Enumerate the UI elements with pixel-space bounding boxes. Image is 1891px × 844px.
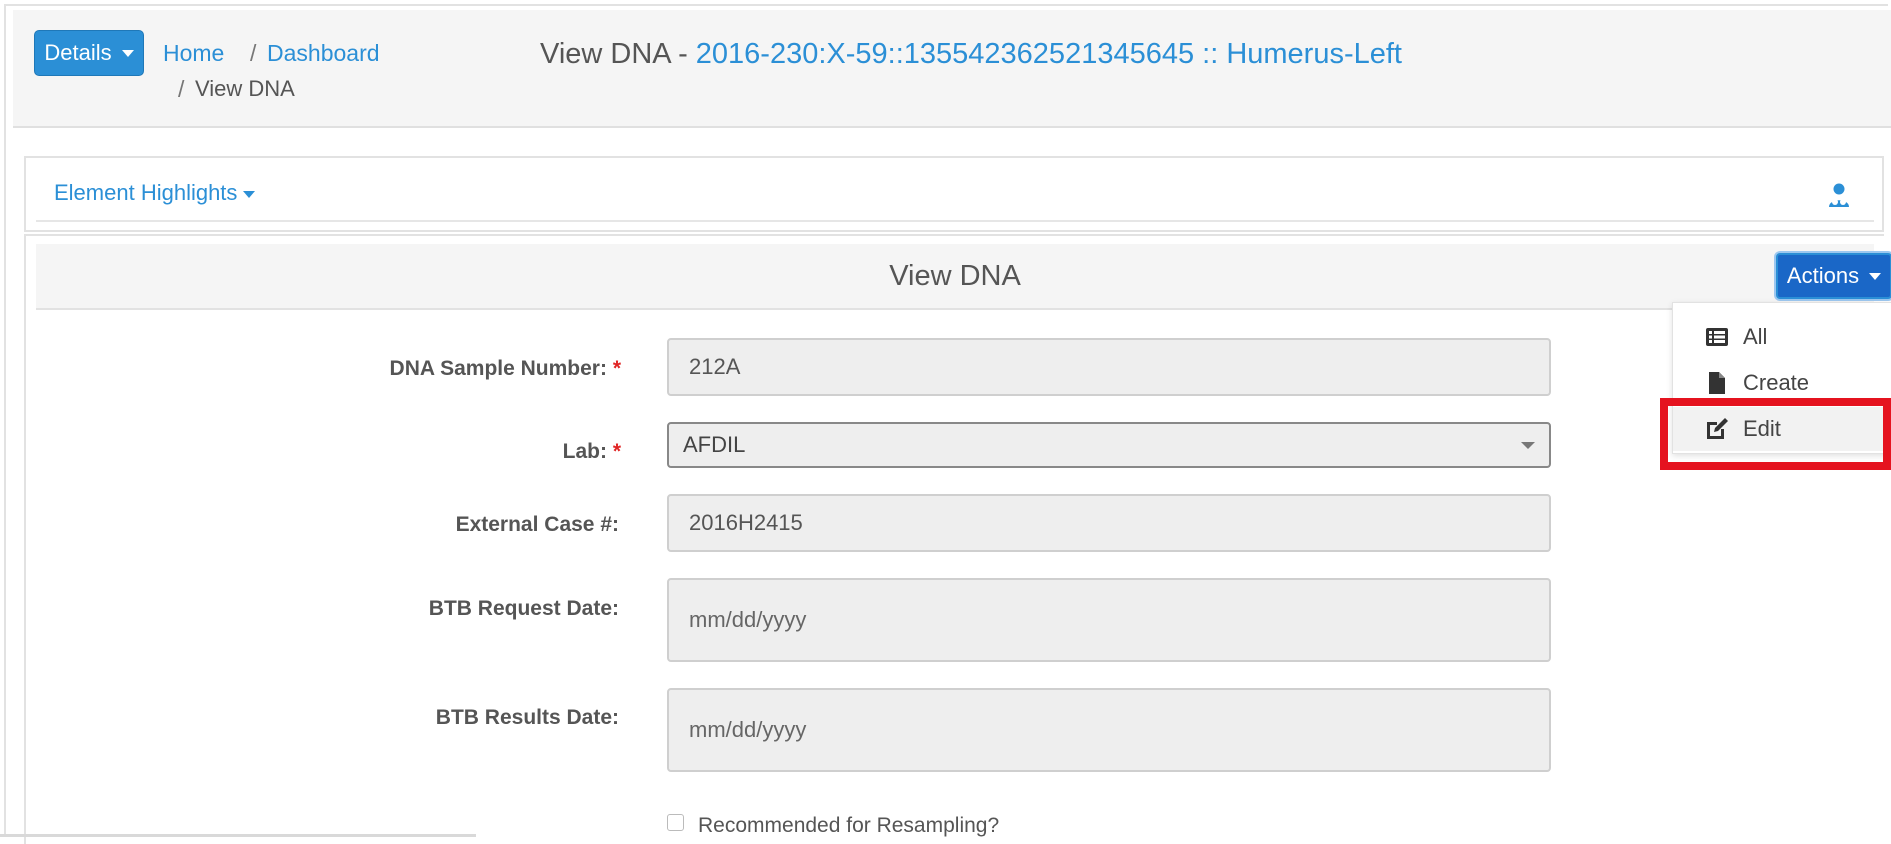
actions-dropdown-menu: All Create Edit <box>1672 302 1891 454</box>
lab-selected-value: AFDIL <box>683 432 746 457</box>
panel-title: View DNA <box>889 260 1021 292</box>
date-placeholder: mm/dd/yyyy <box>689 717 807 742</box>
menu-item-edit[interactable]: Edit <box>1673 407 1891 451</box>
btb-results-date-field[interactable]: mm/dd/yyyy <box>667 688 1551 772</box>
breadcrumb-current: View DNA <box>195 76 295 101</box>
menu-item-create[interactable]: Create <box>1673 361 1891 405</box>
page-header: Details Home / Dashboard / View DNA View… <box>13 10 1891 128</box>
caret-down-icon <box>121 49 134 57</box>
element-highlights-bar: Element Highlights <box>36 168 1874 222</box>
menu-item-label: All <box>1743 324 1768 349</box>
menu-item-label: Create <box>1743 370 1810 395</box>
file-icon <box>1709 372 1725 394</box>
list-icon <box>1706 328 1728 346</box>
resampling-checkbox[interactable] <box>667 814 684 831</box>
edit-icon <box>1707 418 1728 439</box>
lab-label: Lab: * <box>562 440 621 463</box>
external-case-field[interactable]: 2016H2415 <box>667 494 1551 552</box>
caret-down-icon <box>243 191 256 198</box>
btb-request-date-label: BTB Request Date: <box>428 597 619 620</box>
required-indicator: * <box>612 440 621 463</box>
element-highlights-label: Element Highlights <box>54 180 238 205</box>
page-title-record-link[interactable]: 2016-230:X-59::135542362521345645 :: Hum… <box>696 38 1402 70</box>
element-highlights-toggle[interactable]: Element Highlights <box>54 180 256 206</box>
details-dropdown-button[interactable]: Details <box>34 30 144 76</box>
date-placeholder: mm/dd/yyyy <box>689 607 807 632</box>
resampling-label: Recommended for Resampling? <box>698 814 1000 837</box>
breadcrumb-separator: / <box>250 40 257 66</box>
caret-down-icon <box>1869 272 1882 280</box>
btb-results-date-label: BTB Results Date: <box>435 706 619 729</box>
chevron-down-icon <box>1521 442 1535 449</box>
breadcrumb-separator: / <box>178 76 185 102</box>
breadcrumb-dashboard[interactable]: Dashboard <box>267 40 380 67</box>
page-title-prefix: View DNA - <box>540 38 696 70</box>
breadcrumb-home[interactable]: Home <box>163 40 224 67</box>
page-title: View DNA - 2016-230:X-59::13554236252134… <box>540 38 1402 71</box>
details-button-label: Details <box>44 40 112 65</box>
external-case-label: External Case #: <box>455 513 619 536</box>
dna-sample-number-label: DNA Sample Number: * <box>389 357 621 380</box>
actions-button-label: Actions <box>1786 263 1860 288</box>
dna-sample-number-field[interactable]: 212A <box>667 338 1551 396</box>
required-indicator: * <box>612 357 621 380</box>
actions-dropdown-button[interactable]: Actions <box>1776 253 1891 299</box>
panel-heading: View DNA <box>36 244 1874 310</box>
user-icon[interactable] <box>1828 182 1850 208</box>
element-highlights-panel: Element Highlights <box>24 156 1884 232</box>
btb-request-date-field[interactable]: mm/dd/yyyy <box>667 578 1551 662</box>
lab-select[interactable]: AFDIL <box>667 422 1551 468</box>
menu-item-label: Edit <box>1743 416 1781 441</box>
menu-item-all[interactable]: All <box>1673 315 1891 359</box>
